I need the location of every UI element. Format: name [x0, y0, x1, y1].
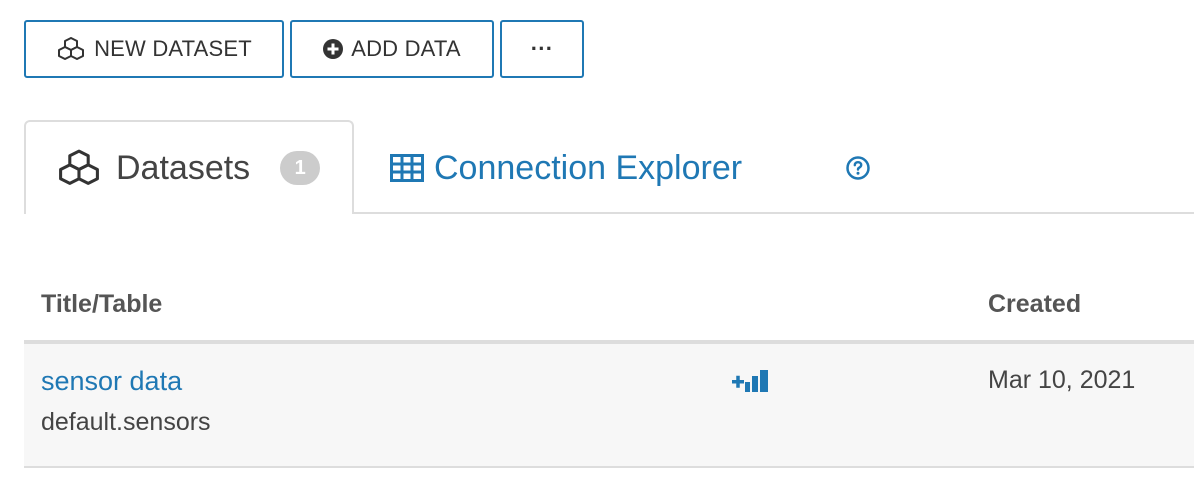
more-label: ···	[530, 36, 554, 61]
help-button[interactable]	[846, 156, 870, 185]
new-dataset-button[interactable]: NEW DATASET	[24, 20, 284, 78]
add-data-button[interactable]: ADD DATA	[290, 20, 494, 78]
dataset-created-date: Mar 10, 2021	[988, 366, 1136, 394]
question-circle-icon	[846, 156, 870, 180]
datasets-table: Title/Table Created sensor data default.…	[24, 270, 1194, 468]
tab-connection-explorer-label: Connection Explorer	[434, 148, 743, 187]
more-options-button[interactable]: ···	[500, 20, 584, 78]
dataset-table-name: default.sensors	[41, 408, 211, 436]
new-dashboard-icon	[732, 370, 768, 392]
column-header-created[interactable]: Created	[988, 290, 1081, 319]
tab-connection-explorer[interactable]: Connection Explorer	[390, 148, 742, 188]
cubes-icon	[58, 37, 85, 60]
tabs-divider	[354, 212, 1194, 214]
datasets-count-badge: 1	[280, 151, 321, 185]
dataset-title-link[interactable]: sensor data	[41, 366, 182, 397]
table-icon	[390, 154, 424, 182]
plus-circle-icon	[323, 39, 344, 59]
tabs-bar: Datasets 1 Connection Explorer	[24, 120, 1194, 214]
column-header-title[interactable]: Title/Table	[41, 290, 162, 319]
toolbar: NEW DATASET ADD DATA ···	[24, 20, 584, 78]
cubes-icon	[59, 149, 99, 185]
table-row: sensor data default.sensors Mar 10, 2021	[24, 344, 1194, 468]
table-header: Title/Table Created	[24, 270, 1194, 344]
tab-datasets-label: Datasets	[116, 148, 251, 187]
new-dataset-label: NEW DATASET	[94, 36, 252, 61]
tab-datasets[interactable]: Datasets 1	[24, 120, 354, 214]
add-data-label: ADD DATA	[351, 36, 461, 61]
new-dashboard-button[interactable]	[730, 368, 772, 401]
